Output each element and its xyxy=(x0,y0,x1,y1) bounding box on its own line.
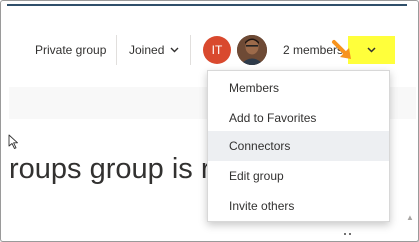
arrow-pointer-icon xyxy=(332,40,351,59)
menu-item-label: Connectors xyxy=(229,139,291,153)
mouse-cursor-icon xyxy=(8,134,18,149)
dots-icon xyxy=(344,233,351,235)
menu-item-label: Add to Favorites xyxy=(229,111,317,125)
menu-item-members[interactable]: Members xyxy=(208,73,389,103)
menu-item-add-to-favorites[interactable]: Add to Favorites xyxy=(208,103,389,133)
joined-button[interactable]: Joined xyxy=(129,43,179,57)
avatar-photo[interactable] xyxy=(237,35,267,65)
chevron-down-icon xyxy=(367,47,376,53)
header-divider xyxy=(190,35,191,65)
menu-item-edit-group[interactable]: Edit group xyxy=(208,161,389,191)
group-header: Private group Joined IT 2 members xyxy=(1,31,416,71)
window-frame: Private group Joined IT 2 members roups … xyxy=(0,0,419,242)
menu-item-label: Members xyxy=(229,81,280,95)
avatar-portrait-icon xyxy=(237,35,267,65)
privacy-label: Private group xyxy=(35,43,107,57)
scroll-indicator-icon[interactable]: ▲ xyxy=(406,213,414,222)
menu-item-invite-others[interactable]: Invite others xyxy=(208,191,389,221)
avatar-initials[interactable]: IT xyxy=(203,36,231,64)
menu-item-label: Edit group xyxy=(229,169,284,183)
chevron-down-icon xyxy=(170,47,179,53)
menu-item-connectors[interactable]: Connectors xyxy=(208,131,389,161)
group-heading-text: roups group is re xyxy=(9,153,227,185)
header-divider xyxy=(116,35,117,65)
menu-item-label: Invite others xyxy=(229,199,295,213)
more-options-menu: Members Add to Favorites Connectors Edit… xyxy=(207,70,390,222)
joined-label: Joined xyxy=(129,43,165,57)
top-border-strip xyxy=(7,1,407,6)
avatar-initials-text: IT xyxy=(211,43,223,57)
